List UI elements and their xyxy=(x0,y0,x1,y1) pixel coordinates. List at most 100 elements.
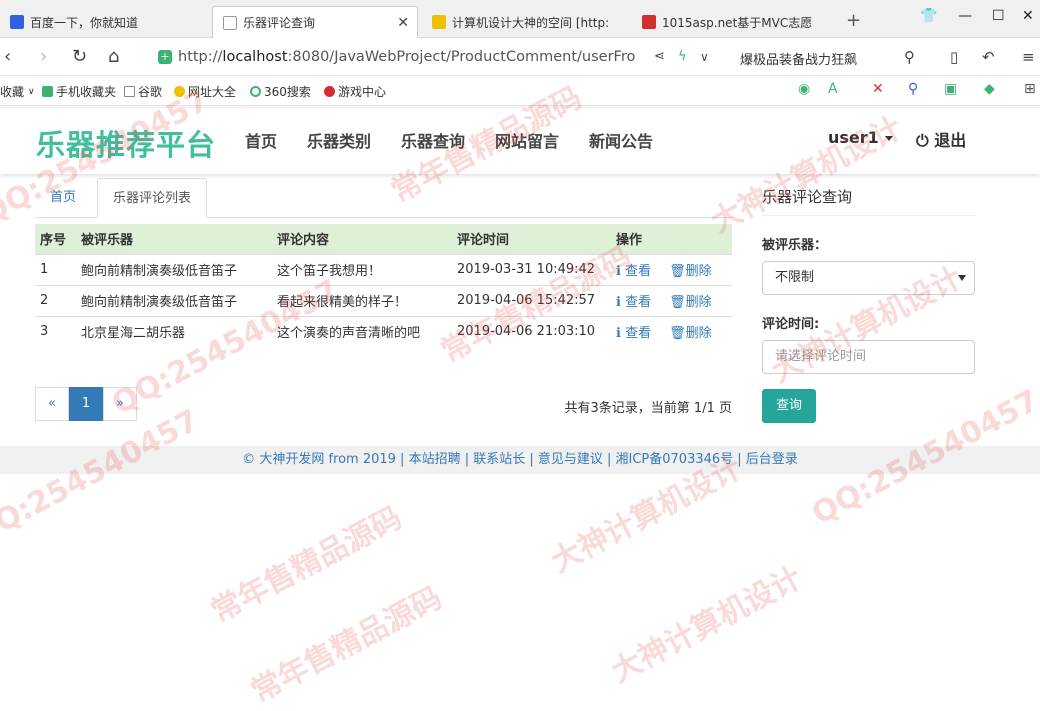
reload-icon[interactable]: ↻ xyxy=(72,46,87,67)
view-button[interactable]: ℹ 查看 xyxy=(616,295,651,310)
tools-icon[interactable]: ✕ xyxy=(872,81,884,97)
url-field[interactable]: + http://localhost:8080/JavaWebProject/P… xyxy=(158,44,718,70)
trash-icon: 🗑 xyxy=(669,295,686,310)
query-button[interactable]: 查询 xyxy=(762,389,816,423)
minimize-icon[interactable]: — xyxy=(958,8,972,24)
chevron-down-icon: ∨ xyxy=(28,86,35,97)
maximize-icon[interactable]: ☐ xyxy=(992,8,1005,24)
site-footer[interactable]: © 大神开发网 from 2019 | 本站招聘 | 联系站长 | 意见与建议 … xyxy=(0,446,1040,474)
browser-tab-baidu[interactable]: 百度一下，你就知道 xyxy=(0,6,208,38)
product-name: 北京星海二胡乐器 xyxy=(76,315,272,347)
site-icon xyxy=(642,15,656,29)
row-actions: ℹ 查看 🗑删除 xyxy=(611,253,732,285)
info-icon: ℹ xyxy=(616,295,626,310)
search-panel: 乐器评论查询 被评乐器： 不限制 评论时间: 请选择评论时间 查询 xyxy=(762,178,975,423)
search-icon[interactable]: ⚲ xyxy=(908,81,918,97)
bookmark-favorites[interactable]: 收藏 ∨ xyxy=(0,83,35,100)
undo-icon[interactable]: ↶ xyxy=(982,48,995,66)
tab-label: 1015asp.net基于MVC志愿 xyxy=(662,15,813,30)
forward-icon[interactable]: › xyxy=(40,46,47,67)
browser-tabbar: 百度一下，你就知道 乐器评论查询 ✕ 计算机设计大神的空间 [http: 101… xyxy=(0,0,1040,38)
share-icon[interactable]: ⋖ xyxy=(654,49,665,64)
dropdown-arrow-icon xyxy=(958,275,966,281)
logout-link[interactable]: ⏻ 退出 xyxy=(916,127,966,151)
site-header: 乐器推荐平台 首页 乐器类别 乐器查询 网站留言 新闻公告 user1 ⏻ 退出 xyxy=(0,108,1040,174)
nav-guestbook[interactable]: 网站留言 xyxy=(495,128,559,152)
page-1-button[interactable]: 1 xyxy=(69,387,103,421)
browser-tab-blog[interactable]: 计算机设计大神的空间 [http: xyxy=(422,6,628,38)
nav-news[interactable]: 新闻公告 xyxy=(589,128,653,152)
caret-down-icon xyxy=(884,136,893,141)
bookmark-mobile[interactable]: 手机收藏夹 xyxy=(42,83,116,100)
extension-icon[interactable]: ◉ xyxy=(798,81,810,97)
search-icon[interactable]: ⚲ xyxy=(904,48,915,66)
baidu-icon xyxy=(10,15,24,29)
site-logo[interactable]: 乐器推荐平台 xyxy=(36,122,216,164)
page-tabs: 首页 乐器评论列表 xyxy=(35,178,732,218)
chevron-down-icon[interactable]: ∨ xyxy=(700,50,709,64)
browser-tab-active[interactable]: 乐器评论查询 ✕ xyxy=(212,6,418,38)
home-icon[interactable]: ⌂ xyxy=(108,46,119,67)
comment-time: 2019-04-06 21:03:10 xyxy=(452,315,611,347)
watermark: 常年售精品源码 xyxy=(245,580,448,710)
bookmark-google[interactable]: 谷歌 xyxy=(124,83,162,100)
view-button[interactable]: ℹ 查看 xyxy=(616,264,651,279)
comment-content: 这个演奏的声音清晰的吧 xyxy=(272,315,452,347)
device-icon[interactable]: ▯ xyxy=(950,48,958,66)
security-shield-icon: + xyxy=(158,50,172,64)
watermark: 大神计算机设计 xyxy=(605,560,808,690)
delete-button[interactable]: 🗑删除 xyxy=(669,264,712,279)
info-icon: ℹ xyxy=(616,264,626,279)
tab-label: 计算机设计大神的空间 [http: xyxy=(452,15,610,30)
user-menu[interactable]: user1 xyxy=(828,128,893,147)
lightning-icon[interactable]: ϟ xyxy=(678,49,687,64)
nav-search[interactable]: 乐器查询 xyxy=(401,128,465,152)
table-row: 2 鲍向前精制演奏级低音笛子 看起来很精美的样子！ 2019-04-06 15:… xyxy=(35,284,732,316)
delete-button[interactable]: 🗑删除 xyxy=(669,326,712,341)
info-icon: ℹ xyxy=(616,326,626,342)
apps-icon[interactable]: ⊞ xyxy=(1024,81,1036,97)
row-actions: ℹ 查看 🗑删除 xyxy=(611,315,732,347)
skin-icon[interactable]: 👕 xyxy=(920,8,937,24)
browser-tab-asp[interactable]: 1015asp.net基于MVC志愿 xyxy=(632,6,832,38)
row-number: 1 xyxy=(35,253,76,285)
bookmark-games[interactable]: 游戏中心 xyxy=(324,83,386,100)
column-header: 序号 xyxy=(35,224,76,254)
close-window-icon[interactable]: ✕ xyxy=(1022,8,1034,24)
delete-button[interactable]: 🗑删除 xyxy=(669,295,712,310)
new-tab-icon[interactable]: + xyxy=(846,10,861,31)
comment-time-input[interactable]: 请选择评论时间 xyxy=(762,340,975,374)
table-row: 1 鲍向前精制演奏级低音笛子 这个笛子我想用！ 2019-03-31 10:49… xyxy=(35,253,732,285)
table-header-row: 序号 被评乐器 评论内容 评论时间 操作 xyxy=(35,224,732,254)
page-icon xyxy=(223,15,237,30)
translate-icon[interactable]: A xyxy=(828,81,838,97)
tab-comment-list[interactable]: 乐器评论列表 xyxy=(97,178,208,218)
comment-content: 这个笛子我想用！ xyxy=(272,253,452,285)
column-header: 被评乐器 xyxy=(76,224,272,254)
trash-icon: 🗑 xyxy=(669,326,686,342)
next-page-button[interactable]: » xyxy=(103,387,137,421)
view-button[interactable]: ℹ 查看 xyxy=(616,326,651,341)
tab-home[interactable]: 首页 xyxy=(35,178,91,218)
ad-link[interactable]: 爆极品装备战力狂飙 xyxy=(740,49,857,68)
tab-label: 百度一下，你就知道 xyxy=(30,15,139,30)
product-select[interactable]: 不限制 xyxy=(762,261,975,295)
prev-page-button[interactable]: « xyxy=(35,387,69,421)
bookmark-360[interactable]: 360搜索 xyxy=(250,83,311,100)
360-icon xyxy=(250,86,261,97)
menu-icon[interactable]: ≡ xyxy=(1022,48,1035,66)
page-icon xyxy=(124,86,135,97)
nav-home[interactable]: 首页 xyxy=(245,128,277,152)
game-pad-icon[interactable]: ▣ xyxy=(944,81,957,97)
shield-icon[interactable]: ◆ xyxy=(984,81,995,97)
watermark: QQ:254540457 xyxy=(0,403,205,552)
bookmarks-bar: 收藏 ∨ 手机收藏夹 谷歌 网址大全 360搜索 游戏中心 ◉ A ✕ ⚲ ▣ ◆… xyxy=(0,76,1040,106)
bookmark-navsite[interactable]: 网址大全 xyxy=(174,83,236,100)
column-header: 操作 xyxy=(611,224,732,254)
close-tab-icon[interactable]: ✕ xyxy=(397,15,409,31)
nav-categories[interactable]: 乐器类别 xyxy=(307,128,371,152)
back-icon[interactable]: ‹ xyxy=(4,46,11,67)
trash-icon: 🗑 xyxy=(669,264,686,279)
watermark: 常年售精品源码 xyxy=(205,500,408,630)
browser-chrome: 百度一下，你就知道 乐器评论查询 ✕ 计算机设计大神的空间 [http: 101… xyxy=(0,0,1040,108)
